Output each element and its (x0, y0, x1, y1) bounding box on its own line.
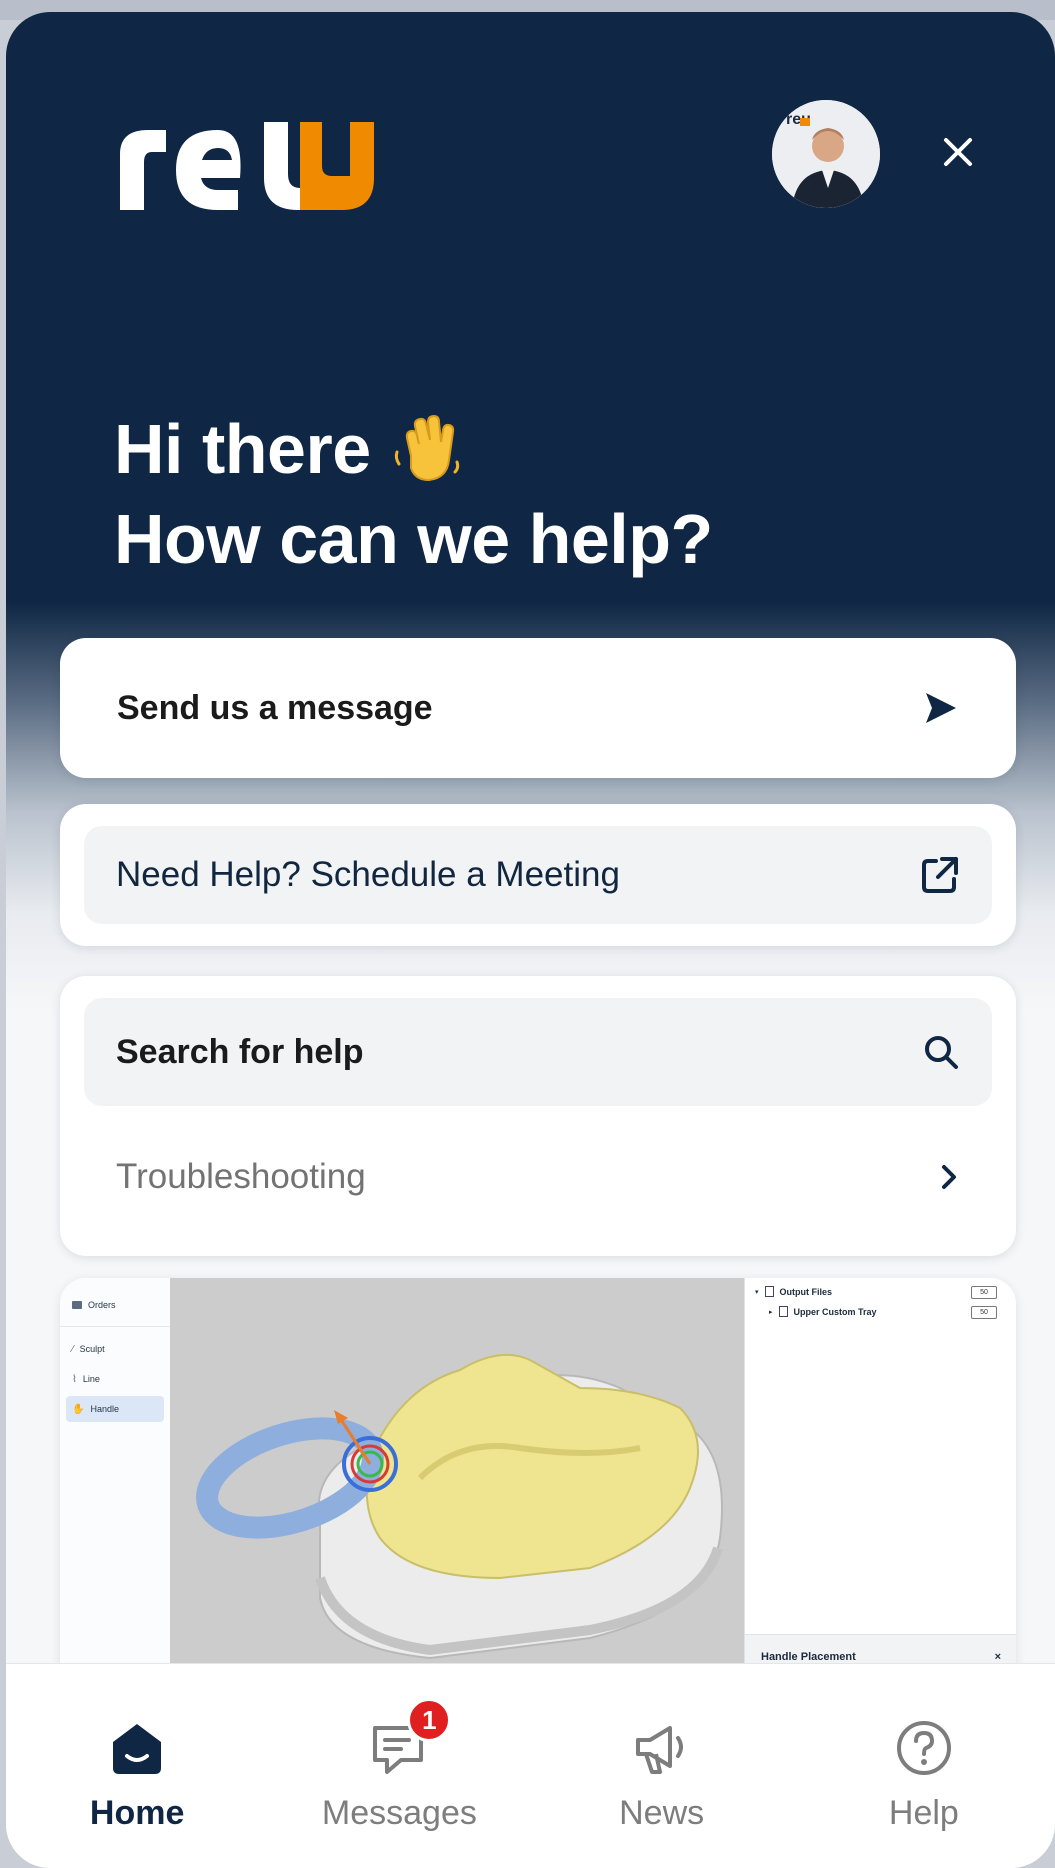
file-icon (764, 1286, 774, 1297)
troubleshooting-link[interactable]: Troubleshooting (84, 1124, 992, 1230)
tab-news[interactable]: News (531, 1664, 793, 1868)
folder-icon (72, 1301, 82, 1309)
caret-right-icon: ▸ (769, 1308, 773, 1316)
meeting-card: Need Help? Schedule a Meeting (60, 804, 1016, 946)
dental-tray-render (170, 1278, 744, 1678)
send-message-card[interactable]: Send us a message (60, 638, 1016, 778)
send-arrow-icon (926, 693, 956, 723)
preview-sidebar-item: ⌇ Line (66, 1366, 164, 1392)
help-icon (896, 1721, 951, 1775)
preview-right-panel: ▾ Output Files 50 ▸ Upper Custom Tray 50… (744, 1278, 1016, 1678)
external-link-icon (922, 857, 958, 893)
divider (60, 1326, 170, 1327)
unread-badge: 1 (407, 1698, 452, 1742)
preview-3d-viewport (170, 1278, 744, 1678)
close-button[interactable] (936, 130, 980, 174)
line-icon: ⌇ (72, 1373, 77, 1385)
megaphone-icon (635, 1726, 683, 1774)
file-icon (778, 1306, 788, 1317)
tab-label: News (619, 1794, 705, 1832)
schedule-meeting-button[interactable]: Need Help? Schedule a Meeting (84, 826, 992, 924)
waving-hand-icon (394, 414, 459, 482)
handle-icon: ✋ (72, 1403, 85, 1415)
caret-down-icon: ▾ (755, 1288, 759, 1296)
preview-sidebar-item-active: ✋ Handle (66, 1396, 164, 1422)
tab-home[interactable]: Home (6, 1664, 268, 1868)
tab-messages[interactable]: 1 Messages (268, 1664, 530, 1868)
sculpt-icon: ⁄ (72, 1343, 74, 1355)
preview-sidebar-item: ⁄ Sculpt (66, 1336, 164, 1362)
tab-help[interactable]: Help (793, 1664, 1055, 1868)
tab-label: Help (888, 1794, 959, 1832)
close-icon (944, 138, 972, 166)
greeting-line-2: How can we help? (114, 500, 713, 578)
tab-label: Home (89, 1794, 185, 1832)
brand-logo (114, 118, 384, 218)
meeting-label: Need Help? Schedule a Meeting (116, 855, 620, 894)
greeting-line-1: Hi there (114, 410, 371, 488)
preview-badge: 50 (971, 1286, 997, 1299)
preview-sidebar-label: Line (82, 1374, 100, 1384)
tab-label: Messages (321, 1794, 477, 1832)
bottom-tab-bar: Home 1 Messages News Help (6, 1663, 1055, 1868)
chevron-right-icon (942, 1165, 956, 1189)
news-preview-card[interactable]: Orders ⁄ Sculpt ⌇ Line ✋ Handle ▾ Output… (60, 1278, 1016, 1678)
messenger-window: reu Hi there How can we help? Send us a … (6, 12, 1055, 1868)
preview-close-icon: × (994, 1650, 1001, 1663)
home-icon (113, 1724, 162, 1774)
preview-badge: 50 (971, 1306, 997, 1319)
greeting: Hi there How can we help? (114, 404, 713, 584)
tree-item-output-files: ▾ Output Files (755, 1286, 833, 1297)
preview-sidebar-label: Sculpt (79, 1344, 105, 1354)
search-input[interactable]: Search for help (84, 998, 992, 1106)
preview-folder-item: Orders (66, 1292, 164, 1318)
search-icon (925, 1036, 958, 1069)
troubleshooting-label: Troubleshooting (116, 1157, 366, 1196)
search-label: Search for help (116, 1032, 364, 1071)
avatar: reu (772, 100, 880, 208)
send-message-label: Send us a message (117, 688, 433, 727)
preview-folder-label: Orders (88, 1300, 116, 1310)
preview-footer-title: Handle Placement (761, 1650, 856, 1663)
preview-sidebar-label: Handle (90, 1404, 119, 1414)
tree-item-upper-custom-tray: ▸ Upper Custom Tray (769, 1306, 877, 1317)
preview-sidebar: Orders ⁄ Sculpt ⌇ Line ✋ Handle (60, 1278, 171, 1678)
help-search-card: Search for help Troubleshooting (60, 976, 1016, 1256)
